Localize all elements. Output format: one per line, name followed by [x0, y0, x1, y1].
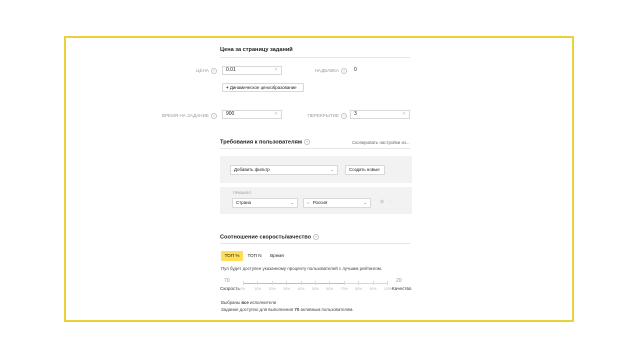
available-bold: 70 [294, 307, 300, 312]
price-value: 0.01 [226, 67, 236, 73]
copy-settings-link[interactable]: Скопировать настройки из... [352, 140, 410, 145]
slider-tick-mark [257, 281, 259, 285]
delay-value[interactable]: 0 [354, 67, 357, 73]
slider-tick-mark [300, 281, 302, 285]
more-icon[interactable]: ⋯ [389, 199, 394, 205]
slider-tick-label: 40% [297, 287, 305, 291]
operator: = [307, 200, 310, 205]
help-icon[interactable]: ? [211, 68, 217, 74]
add-filter-select[interactable]: Добавить фильтр ⌄ [230, 165, 338, 175]
requirements-title-row: Требования к пользователям? [220, 139, 310, 145]
available-users-text: Задание доступно для выполнения 70 актив… [221, 307, 354, 312]
overlap-input[interactable]: 3 ✕ [350, 110, 410, 119]
divider [220, 148, 410, 149]
time-input[interactable]: 900 ✕ [222, 110, 282, 119]
help-icon[interactable]: ? [341, 68, 347, 74]
selected-suffix: исполнители [250, 300, 277, 305]
chevron-down-icon: ⌄ [330, 167, 334, 172]
help-icon[interactable]: ? [303, 139, 310, 145]
speed-title: Соотношение скорость/качество [220, 234, 312, 241]
slider-tick-mark [286, 281, 288, 285]
time-label-row: ВРЕМЯ НА ЗАДАНИЕ? [160, 113, 217, 119]
price-input[interactable]: 0.01 ✕ [222, 66, 282, 75]
slider-tick-mark [329, 281, 331, 285]
country-value: Россия [312, 200, 328, 205]
slider-tick-label: 0% [240, 287, 245, 291]
quality-value: 20 [396, 278, 402, 284]
slider-tick-label: 90% [369, 287, 377, 291]
available-prefix: Задание доступно для выполнения [221, 307, 294, 312]
time-label: ВРЕМЯ НА ЗАДАНИЕ [161, 113, 209, 119]
available-suffix: активным пользователям. [300, 307, 354, 312]
speed-label: Скорость [220, 286, 240, 291]
selected-executors-text: Выбраны все исполнители [221, 300, 276, 305]
slider-tick-label: 10% [254, 287, 262, 291]
create-new-label: Создать новые [349, 167, 380, 172]
chevron-down-icon: ⌄ [290, 200, 294, 205]
slider-tick-mark [243, 281, 244, 285]
delay-label: НАДБАВКА [314, 68, 339, 74]
speed-value: 70 [224, 278, 230, 284]
help-icon[interactable]: ? [313, 234, 320, 240]
slider-tick-mark [315, 281, 316, 285]
plus-icon: + [226, 85, 229, 90]
slider-tick-label: 20% [268, 287, 276, 291]
requirements-title: Требования к пользователям [220, 139, 302, 146]
divider [220, 57, 410, 58]
time-value: 900 [226, 111, 235, 117]
speed-description: Пул будет доступен указанному проценту п… [221, 266, 383, 271]
add-filter-label: Добавить фильтр [234, 167, 270, 172]
price-section-title: Цена за страницу заданий [220, 47, 293, 53]
dynamic-pricing-button[interactable]: + Динамическое ценообразование [222, 83, 304, 92]
country-select[interactable]: Страна ⌄ [232, 198, 298, 208]
rule-label: ПРАВИЛО [233, 191, 252, 195]
overlap-label: ПЕРЕКРЫТИЕ [307, 113, 339, 119]
dynamic-pricing-label: Динамическое ценообразование [229, 85, 297, 90]
help-icon[interactable]: ? [341, 113, 347, 119]
country-value-select[interactable]: = Россия ⌄ [303, 198, 371, 208]
speed-title-row: Соотношение скорость/качество? [220, 234, 320, 241]
slider-ticks: 0% 10% 20% 30% 40% 50% 60% 70% 80% 90% 100% [240, 280, 393, 294]
price-label-row: ЦЕНА? [170, 68, 217, 74]
country-select-label: Страна [236, 200, 251, 205]
slider-tick-label: 70% [340, 287, 348, 291]
slider-tick-label: 60% [326, 287, 334, 291]
selected-prefix: Выбраны [221, 300, 241, 305]
overlap-value: 3 [354, 111, 357, 117]
remove-rule-icon[interactable]: ⊗ [380, 199, 384, 205]
quality-label: Качество [392, 286, 412, 291]
clear-icon[interactable]: ✕ [274, 111, 278, 118]
slider-tick-mark [343, 281, 345, 285]
slider-tick-mark [271, 281, 273, 285]
tab-top-n[interactable]: ТОП N [244, 251, 265, 261]
clear-icon[interactable]: ✕ [402, 111, 406, 118]
divider [220, 243, 410, 244]
slider-tick-label: 30% [283, 287, 290, 291]
chevron-down-icon: ⌄ [363, 200, 367, 205]
clear-icon[interactable]: ✕ [274, 67, 278, 74]
tab-top-percent[interactable]: ТОП % [221, 251, 243, 261]
slider-tick-mark [358, 281, 360, 285]
tab-time[interactable]: Время [266, 251, 288, 261]
slider-tick-label: 50% [312, 287, 319, 291]
delay-label-row: НАДБАВКА? [300, 68, 347, 74]
slider-tick-mark [387, 281, 388, 285]
selected-bold: все [241, 300, 249, 305]
slider-tick-label: 80% [355, 287, 362, 291]
slider-tick-label: 100% [384, 287, 393, 291]
slider-tick-mark [372, 281, 374, 285]
create-new-button[interactable]: Создать новые [345, 165, 385, 175]
overlap-label-row: ПЕРЕКРЫТИЕ? [296, 113, 347, 119]
help-icon[interactable]: ? [211, 113, 217, 119]
price-label: ЦЕНА [196, 68, 209, 74]
